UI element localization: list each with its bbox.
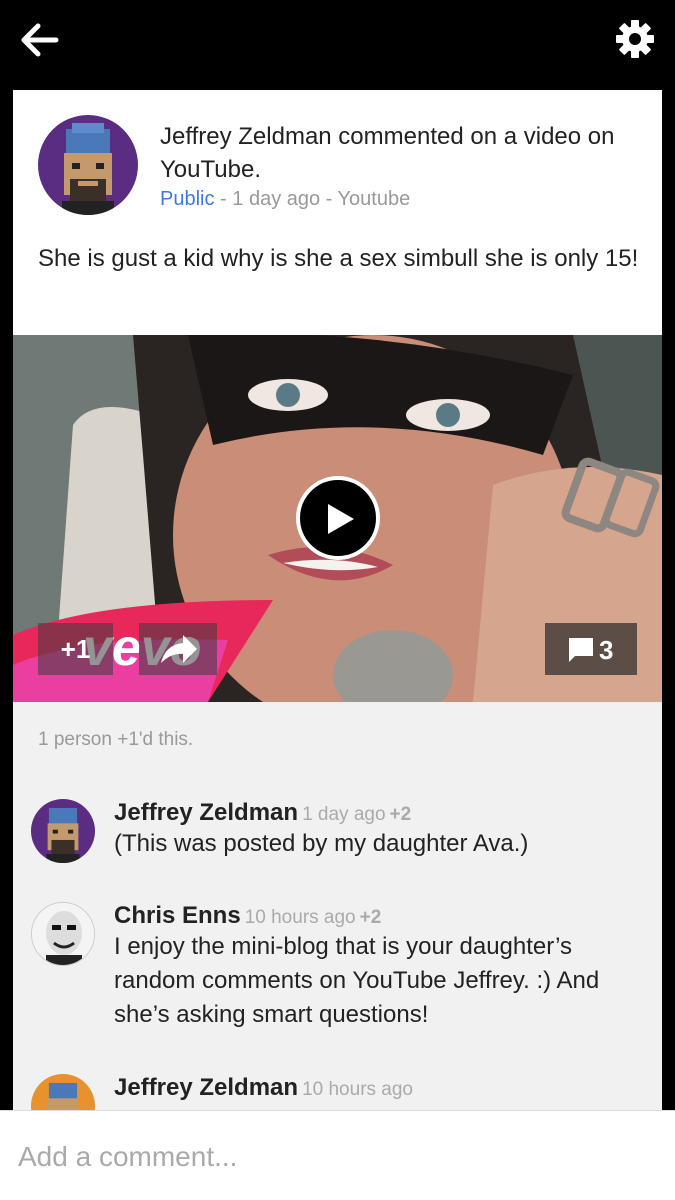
comment-author[interactable]: Chris Enns xyxy=(114,902,241,929)
play-button[interactable] xyxy=(296,476,380,560)
visibility-link[interactable]: Public xyxy=(160,188,214,210)
avatar[interactable] xyxy=(31,902,95,966)
post-time: 1 day ago xyxy=(232,188,321,210)
pixel-avatar-image xyxy=(31,1074,95,1110)
pixel-avatar-image xyxy=(38,115,138,215)
back-button[interactable] xyxy=(20,22,60,58)
comment-header: Chris Enns 10 hours ago +2 xyxy=(114,902,381,930)
plus-one-button[interactable]: +1 xyxy=(38,623,113,675)
pixel-avatar-image xyxy=(31,799,95,863)
comment-author[interactable]: Jeffrey Zeldman xyxy=(114,1074,298,1101)
video-thumbnail[interactable]: vevo +1 3 xyxy=(13,335,662,702)
avatar[interactable] xyxy=(31,799,95,863)
comment-text: (This was posted by my daughter Ava.) xyxy=(114,830,529,857)
avatar[interactable] xyxy=(38,115,138,215)
photo-avatar-image xyxy=(32,903,94,965)
share-button[interactable] xyxy=(139,623,217,675)
comment-bubble-icon xyxy=(569,638,593,662)
post-card: Jeffrey Zeldman commented on a video on … xyxy=(13,90,662,1110)
top-bar xyxy=(0,0,675,90)
comment-count: 3 xyxy=(599,635,614,665)
post-body: She is gust a kid why is she a sex simbu… xyxy=(38,245,639,272)
post-source[interactable]: Youtube xyxy=(338,188,411,210)
settings-button[interactable] xyxy=(614,18,656,60)
comment-header: Jeffrey Zeldman 10 hours ago xyxy=(114,1074,413,1102)
avatar[interactable] xyxy=(31,1074,95,1110)
comment-time: 10 hours ago xyxy=(244,907,356,928)
comment-count-button[interactable]: 3 xyxy=(545,623,637,675)
meta-separator: - xyxy=(320,188,338,210)
post-title: Jeffrey Zeldman commented on a video on … xyxy=(160,123,615,183)
comment-text: I enjoy the mini-blog that is your daugh… xyxy=(114,933,600,1028)
comment-plus-count: +2 xyxy=(359,907,382,928)
add-comment-input[interactable] xyxy=(18,1135,658,1179)
meta-separator: - xyxy=(214,188,233,210)
plus-ones-summary[interactable]: 1 person +1'd this. xyxy=(38,729,193,751)
comment-time: 10 hours ago xyxy=(302,1079,413,1100)
play-icon xyxy=(328,504,354,534)
gear-icon xyxy=(616,20,654,58)
post-meta: Public - 1 day ago - Youtube xyxy=(160,188,410,211)
comment-plus-count: +2 xyxy=(389,804,412,825)
comment-author[interactable]: Jeffrey Zeldman xyxy=(114,799,298,826)
back-arrow-icon xyxy=(21,23,59,57)
comment-header: Jeffrey Zeldman 1 day ago +2 xyxy=(114,799,411,827)
comments-section: 1 person +1'd this. Jeffrey Zeldman 1 day… xyxy=(13,702,662,1110)
share-arrow-icon xyxy=(161,635,197,663)
comment-time: 1 day ago xyxy=(302,804,386,825)
comment-composer xyxy=(0,1110,675,1200)
